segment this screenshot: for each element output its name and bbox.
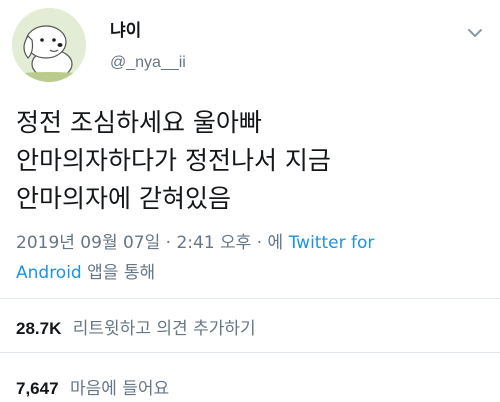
dog-cartoon-avatar-icon bbox=[12, 8, 86, 82]
tweet-header: 냐이 @_nya__ii bbox=[0, 0, 500, 90]
timestamp[interactable]: 2019년 09월 07일 · 2:41 오후 · 에 bbox=[16, 233, 283, 253]
retweets-count: 28.7K bbox=[16, 319, 62, 338]
tweet-line: 안마의자에 갇혀있음 bbox=[16, 184, 231, 213]
source-link-continued[interactable]: Android bbox=[16, 263, 82, 283]
tweet-text: 정전 조심하세요 울아빠 안마의자하다가 정전나서 지금 안마의자에 갇혀있음 bbox=[16, 104, 486, 218]
divider bbox=[0, 352, 500, 353]
chevron-down-icon[interactable] bbox=[466, 24, 484, 42]
retweets-label: 리트윗하고 의견 추가하기 bbox=[72, 319, 256, 339]
divider bbox=[0, 298, 500, 299]
tweet-meta: 2019년 09월 07일 · 2:41 오후 · 에 Twitter for … bbox=[16, 228, 486, 288]
avatar[interactable] bbox=[12, 8, 86, 82]
likes-count: 7,647 bbox=[16, 379, 59, 398]
tweet-card: 냐이 @_nya__ii 정전 조심하세요 울아빠 안마의자하다가 정전나서 지… bbox=[0, 0, 500, 402]
tweet-line: 안마의자하다가 정전나서 지금 bbox=[16, 146, 331, 175]
likes-stat[interactable]: 7,647 마음에 들어요 bbox=[16, 374, 169, 399]
retweets-stat[interactable]: 28.7K 리트윗하고 의견 추가하기 bbox=[16, 314, 256, 339]
source-suffix: 앱을 통해 bbox=[87, 263, 156, 283]
likes-label: 마음에 들어요 bbox=[69, 379, 170, 399]
tweet-line: 정전 조심하세요 울아빠 bbox=[16, 108, 262, 137]
display-name[interactable]: 냐이 bbox=[110, 16, 141, 41]
username[interactable]: @_nya__ii bbox=[110, 54, 186, 72]
source-link[interactable]: Twitter for bbox=[289, 233, 375, 253]
